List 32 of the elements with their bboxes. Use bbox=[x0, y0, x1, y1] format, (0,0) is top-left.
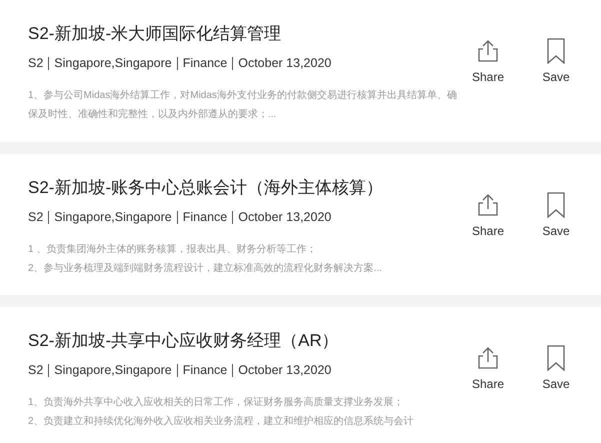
job-description: 1、负责海外共享中心收入应收相关的日常工作，保证财务服务高质量支撑业务发展； bbox=[28, 396, 405, 410]
save-button[interactable]: Save bbox=[533, 345, 579, 443]
job-description: 2、参与业务梳理及端到端财务流程设计，建立标准高效的流程化财务解决方案... bbox=[28, 262, 383, 276]
job-meta: October 13,2020 bbox=[232, 364, 336, 377]
job-meta: S2 bbox=[28, 57, 44, 70]
job-title[interactable]: S2-新加坡-账务中心总账会计（海外主体核算） bbox=[28, 176, 465, 199]
share-icon bbox=[477, 345, 499, 371]
share-button[interactable]: Share bbox=[465, 192, 511, 295]
job-meta: Finance bbox=[176, 364, 232, 377]
job-meta: October 13,2020 bbox=[232, 211, 336, 224]
job-meta: Finance bbox=[176, 211, 232, 224]
job-description: 1 、负责集团海外主体的账务核算，报表出具、财务分析等工作； bbox=[28, 242, 318, 257]
share-icon bbox=[477, 192, 499, 218]
job-meta: October 13,2020 bbox=[232, 57, 336, 70]
share-icon bbox=[477, 38, 499, 64]
job-title[interactable]: S2-新加坡-共享中心应收财务经理（AR） bbox=[28, 329, 465, 352]
job-meta: Singapore,Singapore bbox=[48, 364, 177, 377]
job-meta: S2 bbox=[28, 211, 44, 224]
save-button[interactable]: Save bbox=[533, 38, 579, 142]
job-meta: S2 bbox=[28, 364, 44, 377]
share-button[interactable]: Share bbox=[465, 345, 511, 443]
bookmark-icon bbox=[547, 345, 565, 371]
job-meta: Singapore,Singapore bbox=[48, 211, 177, 224]
job-title[interactable]: S2-新加坡-米大师国际化结算管理 bbox=[28, 22, 465, 45]
job-description: 2、负责建立和持续优化海外收入应收相关业务流程，建立和维护相应的信息系统与会计 bbox=[28, 414, 415, 429]
bookmark-icon bbox=[547, 192, 565, 218]
bookmark-icon bbox=[547, 38, 565, 64]
share-button[interactable]: Share bbox=[465, 38, 511, 142]
job-meta: Singapore,Singapore bbox=[48, 57, 177, 70]
save-button[interactable]: Save bbox=[533, 192, 579, 295]
job-description: 1、参与公司Midas海外结算工作，对Midas海外支付业务的付款侧交易进行核算并出具结算单、确保及时性、准确性和完整性，以及内外部遵从的要求；... bbox=[28, 88, 458, 122]
job-meta: Finance bbox=[176, 57, 232, 70]
